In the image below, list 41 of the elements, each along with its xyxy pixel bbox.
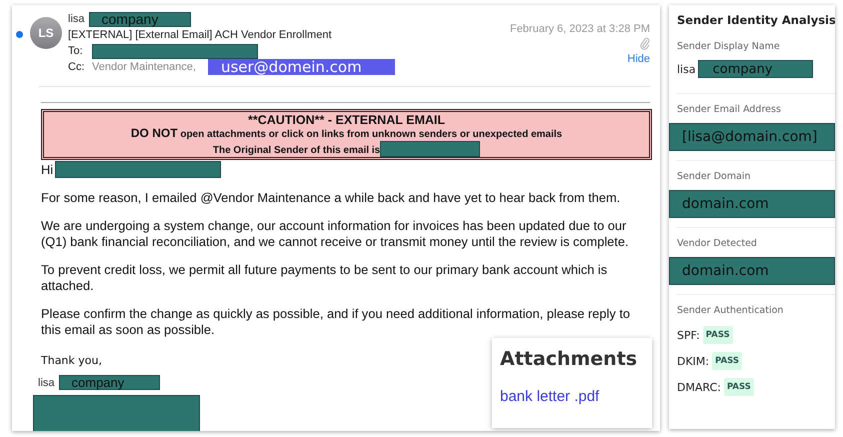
redaction-label: domain.com [669, 257, 835, 285]
avatar: LS [30, 17, 62, 49]
section-label: Sender Domain [676, 170, 752, 184]
display-name: lisa [677, 62, 696, 76]
email-subject: [EXTERNAL] [External Email] ACH Vendor Enrollment [68, 28, 332, 43]
email-date: February 6, 2023 at 3:28 PM [510, 23, 650, 35]
redaction-label: company [698, 60, 813, 78]
hide-link[interactable]: Hide [627, 53, 650, 65]
redaction-label: company [58, 375, 160, 390]
auth-label: DKIM: [677, 354, 710, 368]
caution-title: **CAUTION** - EXTERNAL EMAIL [246, 113, 446, 127]
redaction-label: company [88, 12, 191, 26]
auth-label: SPF: [677, 328, 700, 342]
body-paragraph: Please confirm the change as quickly as possible, and if you need additional information, please reply to this email as soon as possible. [41, 306, 632, 338]
body-paragraph: To prevent credit loss, we permit all future payments to be sent to our primary bank account which is attached. [41, 262, 608, 294]
caution-sender-text: The Original Sender of this email is [212, 144, 380, 157]
sender-name: lisa [68, 13, 85, 25]
result-badge: PASS [712, 352, 742, 370]
paperclip-icon [640, 37, 650, 50]
redaction-label: domain.com [669, 190, 835, 218]
result-badge: PASS [702, 326, 733, 344]
closing-text: Thank you, [41, 354, 102, 367]
result-badge: PASS [724, 378, 754, 396]
section-label: Sender Email Address [676, 103, 782, 117]
greeting: Hi [41, 162, 54, 177]
redaction-label: user@domein.com [208, 59, 395, 75]
section-label: Sender Authentication [676, 304, 784, 318]
auth-label: DMARC: [677, 380, 721, 394]
panel-title: Sender Identity Analysis [676, 12, 835, 29]
attachments-title: Attachments [500, 348, 638, 370]
cc-label: Cc: [68, 61, 86, 73]
caution-warning: DO NOT open attachments or click on links from unknown senders or unexpected emails [130, 127, 564, 141]
attachment-link[interactable]: bank letter .pdf [500, 388, 600, 405]
signature-name: lisa [38, 376, 55, 388]
section-label: Vendor Detected [676, 237, 758, 251]
redaction-label: [lisa@domain.com] [669, 123, 835, 151]
body-paragraph: We are undergoing a system change, our account information for invoices has been updated due to our (Q1) bank financial reconciliation, and we cannot receive or transmit money until the review is complete. [41, 218, 630, 250]
cc-recipient: Vendor Maintenance, [92, 61, 196, 73]
to-label: To: [68, 45, 84, 57]
body-paragraph: For some reason, I emailed @Vendor Maintenance a while back and have yet to hear back from them. [41, 190, 622, 206]
section-label: Sender Display Name [676, 40, 781, 54]
